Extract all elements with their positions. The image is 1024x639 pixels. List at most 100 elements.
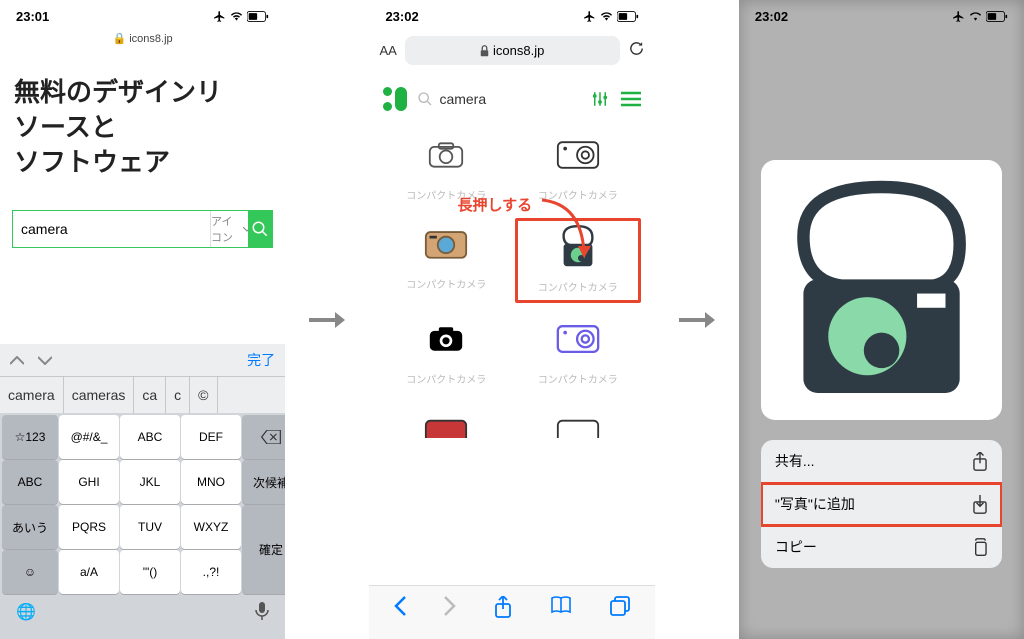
screen-3: 23:02 共有... "写真"に追加 コピー bbox=[739, 0, 1024, 639]
key[interactable]: WXYZ bbox=[181, 505, 241, 549]
page-headline: 無料のデザインリ ソースと ソフトウェア bbox=[0, 55, 285, 210]
search-icon bbox=[251, 220, 269, 238]
app-search[interactable]: camera bbox=[417, 91, 580, 107]
status-icons bbox=[952, 10, 1008, 23]
suggestion[interactable]: cameras bbox=[64, 377, 135, 413]
text-size-button[interactable]: AA bbox=[379, 43, 396, 58]
icon-cell[interactable]: コンパクトカメラ bbox=[515, 313, 641, 392]
status-icons bbox=[583, 10, 639, 23]
status-time: 23:02 bbox=[755, 9, 788, 24]
book-icon bbox=[550, 596, 572, 614]
globe-icon[interactable]: 🌐 bbox=[16, 602, 36, 625]
safari-toolbar bbox=[369, 585, 654, 639]
suggestion[interactable]: © bbox=[190, 377, 217, 413]
arrow-between-1 bbox=[303, 0, 351, 639]
icon-grid: コンパクトカメラ コンパクトカメラ コンパクトカメラ コンパクトカメラ コンパク… bbox=[369, 117, 654, 460]
kb-suggestions: camera cameras ca c © bbox=[0, 376, 285, 413]
back-button[interactable] bbox=[394, 596, 406, 623]
key[interactable]: .,?! bbox=[181, 550, 241, 594]
menu-share[interactable]: 共有... bbox=[761, 440, 1002, 483]
key[interactable]: GHI bbox=[59, 460, 119, 504]
annotation-long-press: 長押しする bbox=[457, 194, 654, 264]
key[interactable]: ABC bbox=[120, 415, 180, 459]
chevron-right-icon bbox=[444, 596, 456, 616]
camera-strap-icon-large bbox=[775, 175, 988, 405]
suggestion[interactable]: c bbox=[166, 377, 190, 413]
share-icon bbox=[972, 452, 988, 471]
key[interactable]: @#/&_ bbox=[59, 415, 119, 459]
menu-copy[interactable]: コピー bbox=[761, 526, 1002, 568]
suggestion[interactable]: camera bbox=[0, 377, 64, 413]
camera-icon bbox=[556, 140, 600, 170]
key-confirm[interactable]: 確定 bbox=[242, 505, 285, 594]
wifi-icon bbox=[599, 11, 614, 22]
screen-2: 23:02 AA icons8.jp camera 長押しする bbox=[369, 0, 654, 639]
safari-bar: AA icons8.jp bbox=[369, 28, 654, 73]
app-bar: camera bbox=[369, 73, 654, 117]
lock-icon bbox=[480, 45, 489, 57]
status-bar: 23:01 bbox=[0, 0, 285, 28]
arrow-between-2 bbox=[673, 0, 721, 639]
share-icon bbox=[494, 596, 512, 618]
kb-done-button[interactable]: 完了 bbox=[247, 350, 275, 370]
screen-1: 23:01 🔒 icons8.jp 無料のデザインリ ソースと ソフトウェア ア… bbox=[0, 0, 285, 639]
reload-icon bbox=[628, 40, 645, 57]
icon-cell[interactable] bbox=[383, 402, 509, 448]
forward-button[interactable] bbox=[444, 596, 456, 623]
battery-icon bbox=[247, 11, 269, 22]
key[interactable]: PQRS bbox=[59, 505, 119, 549]
key[interactable]: 次候補 bbox=[242, 460, 285, 504]
search-input[interactable] bbox=[13, 211, 210, 247]
sliders-icon[interactable] bbox=[591, 90, 609, 108]
address-bar[interactable]: icons8.jp bbox=[405, 36, 620, 65]
wifi-icon bbox=[229, 11, 244, 22]
camera-icon bbox=[556, 418, 600, 438]
image-preview[interactable] bbox=[761, 160, 1002, 420]
key[interactable]: ☆123 bbox=[2, 415, 58, 459]
hamburger-icon[interactable] bbox=[621, 91, 641, 107]
mini-address: 🔒 icons8.jp bbox=[0, 28, 285, 55]
camera-icon bbox=[424, 418, 468, 438]
key[interactable]: '"() bbox=[120, 550, 180, 594]
airplane-icon bbox=[583, 10, 596, 23]
status-bar: 23:02 bbox=[369, 0, 654, 28]
search-button[interactable] bbox=[248, 211, 272, 247]
key[interactable]: a/A bbox=[59, 550, 119, 594]
bookmarks-button[interactable] bbox=[550, 596, 572, 623]
key[interactable]: JKL bbox=[120, 460, 180, 504]
key[interactable]: TUV bbox=[120, 505, 180, 549]
mic-icon[interactable] bbox=[255, 602, 269, 625]
airplane-icon bbox=[213, 10, 226, 23]
battery-icon bbox=[986, 11, 1008, 22]
search-row: アイコン bbox=[12, 210, 273, 248]
kb-down-icon[interactable] bbox=[38, 356, 52, 365]
battery-icon bbox=[617, 11, 639, 22]
copy-icon bbox=[972, 538, 988, 557]
icons8-logo[interactable] bbox=[383, 87, 407, 111]
key[interactable]: MNO bbox=[181, 460, 241, 504]
keyboard: 完了 camera cameras ca c © ☆123 @#/&_ ABC … bbox=[0, 344, 285, 639]
tabs-button[interactable] bbox=[610, 596, 630, 623]
backspace-icon bbox=[261, 430, 281, 444]
key[interactable]: あいう bbox=[2, 505, 58, 549]
kb-up-icon[interactable] bbox=[10, 356, 24, 365]
suggestion[interactable]: ca bbox=[134, 377, 166, 413]
reload-button[interactable] bbox=[628, 40, 645, 62]
search-icon bbox=[417, 91, 433, 107]
status-icons bbox=[213, 10, 269, 23]
context-menu: 共有... "写真"に追加 コピー bbox=[761, 440, 1002, 568]
camera-icon bbox=[556, 324, 600, 354]
key[interactable]: ABC bbox=[2, 460, 58, 504]
category-dropdown[interactable]: アイコン bbox=[210, 211, 248, 247]
share-button[interactable] bbox=[494, 596, 512, 623]
download-icon bbox=[972, 495, 988, 514]
chevron-left-icon bbox=[394, 596, 406, 616]
key-backspace[interactable] bbox=[242, 415, 285, 459]
menu-add-photos[interactable]: "写真"に追加 bbox=[761, 483, 1002, 526]
wifi-icon bbox=[968, 11, 983, 22]
icon-cell[interactable]: コンパクトカメラ bbox=[383, 313, 509, 392]
key[interactable]: DEF bbox=[181, 415, 241, 459]
icon-cell[interactable] bbox=[515, 402, 641, 448]
key-emoji[interactable]: ☺ bbox=[2, 550, 58, 594]
camera-icon bbox=[428, 141, 464, 169]
